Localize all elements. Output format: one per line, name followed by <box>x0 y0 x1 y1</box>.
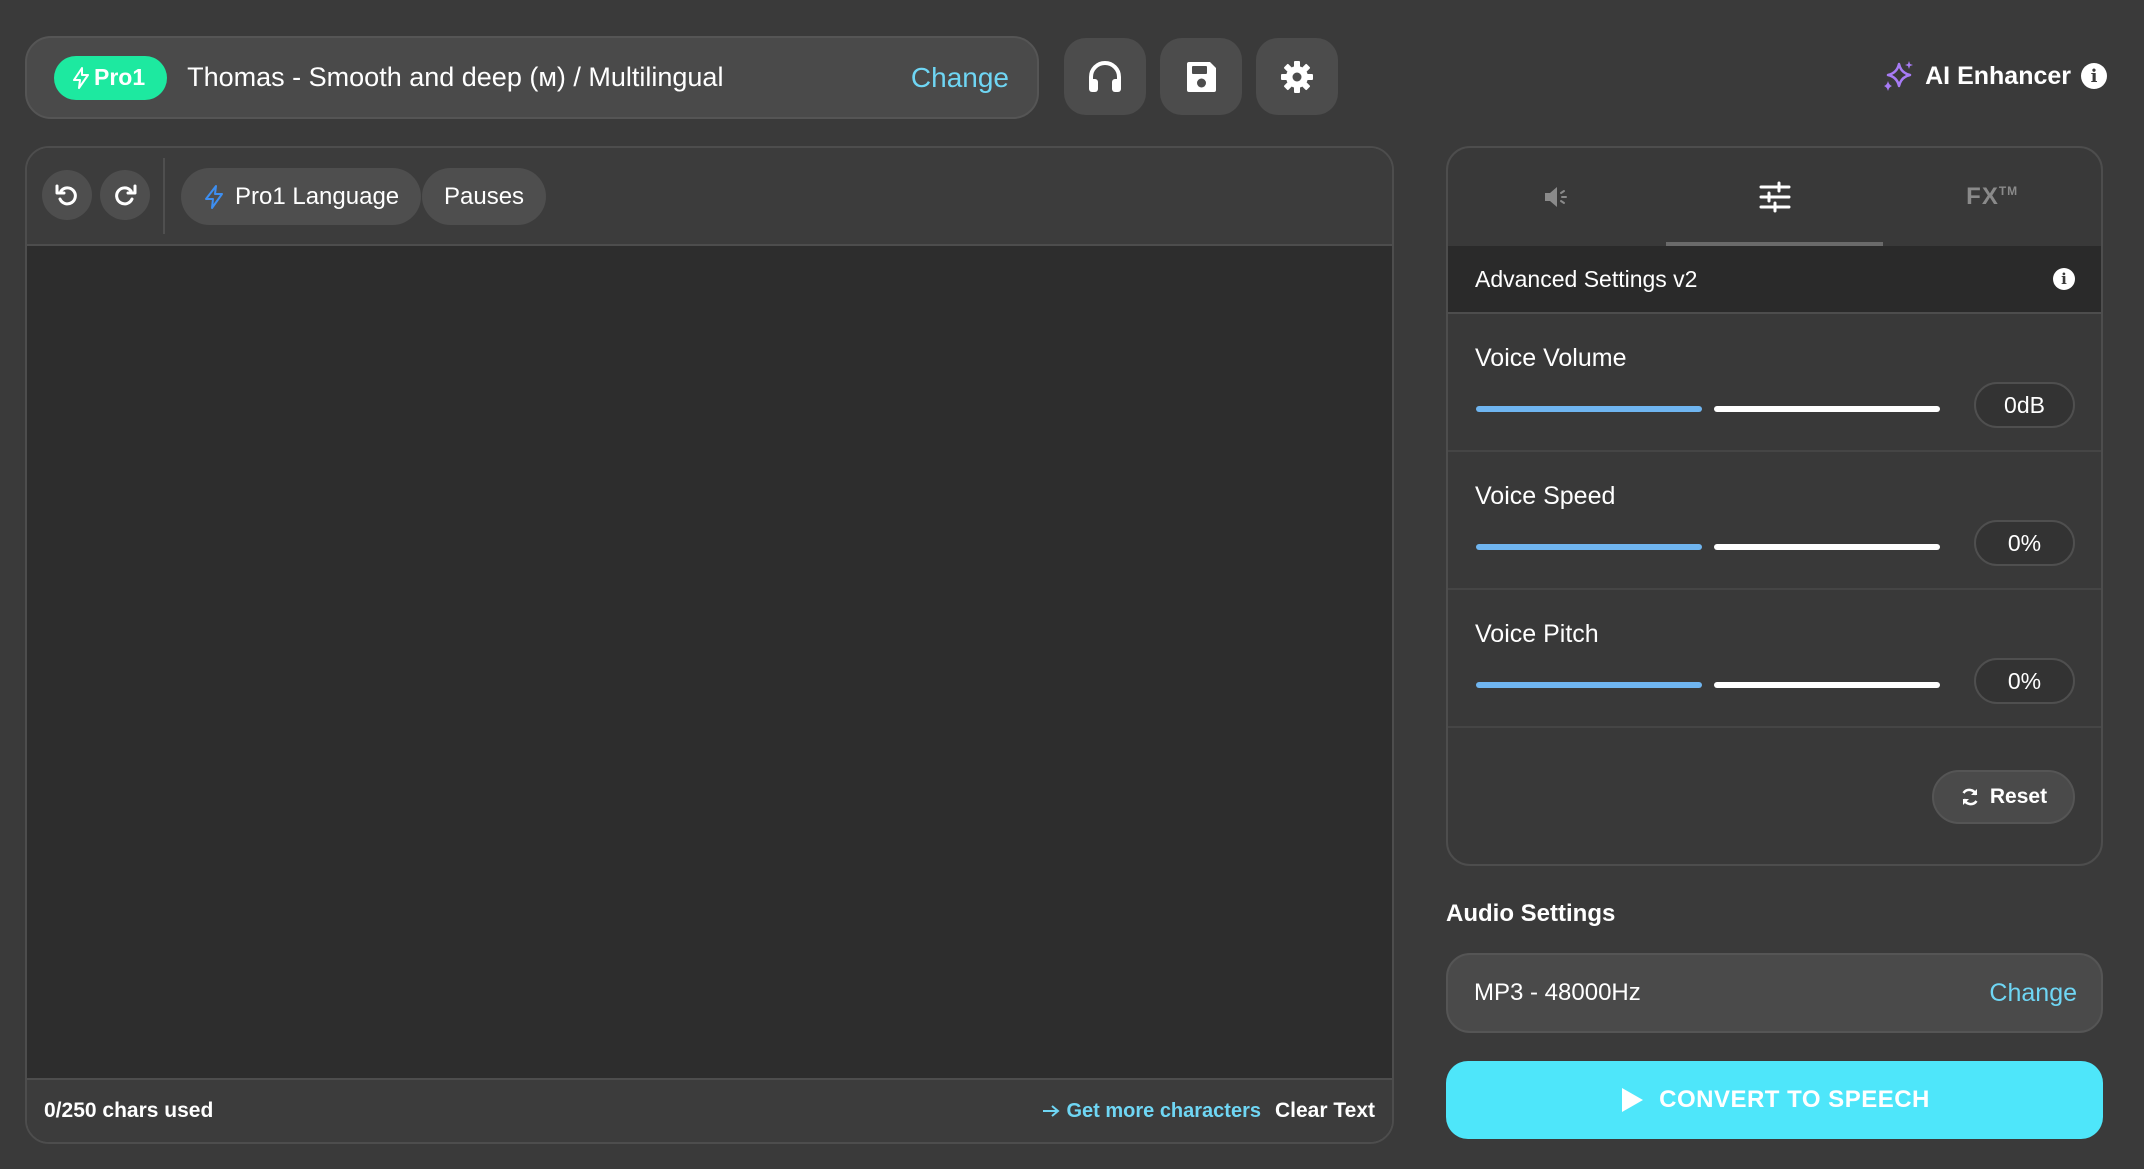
get-more-characters-label: Get more characters <box>1066 1099 1261 1122</box>
bolt-icon <box>205 184 223 209</box>
redo-button[interactable] <box>100 170 150 220</box>
settings-icon <box>1281 60 1313 93</box>
voice-pitch-value[interactable]: 0% <box>1974 658 2075 704</box>
advanced-settings-info-icon[interactable]: i <box>2053 268 2075 290</box>
save-icon <box>1187 61 1216 92</box>
toolbar-divider <box>163 158 165 234</box>
audio-settings-title: Audio Settings <box>1446 900 1616 927</box>
bolt-icon <box>73 66 89 89</box>
tab-advanced-settings[interactable] <box>1665 148 1884 246</box>
tab-fx[interactable]: FXTM <box>1883 148 2101 246</box>
save-button[interactable] <box>1160 38 1242 115</box>
fx-tab-label: FXTM <box>1966 183 2019 210</box>
advanced-settings-title: Advanced Settings v2 <box>1475 265 1698 292</box>
headphones-button[interactable] <box>1064 38 1146 115</box>
convert-to-speech-button[interactable]: CONVERT TO SPEECH <box>1446 1061 2103 1139</box>
reset-label: Reset <box>1989 785 2048 808</box>
audio-format-selector[interactable]: MP3 - 48000Hz Change <box>1446 953 2103 1033</box>
voice-volume-value[interactable]: 0dB <box>1974 382 2075 428</box>
reset-button[interactable]: Reset <box>1932 770 2075 824</box>
voice-pitch-slider-track[interactable] <box>1714 682 1940 688</box>
get-more-characters-link[interactable]: Get more characters <box>1042 1100 1261 1123</box>
settings-tabs: FXTM <box>1448 148 2101 246</box>
voice-speed-slider-track[interactable] <box>1714 544 1940 550</box>
voice-speed-value[interactable]: 0% <box>1974 520 2075 566</box>
change-voice-button[interactable]: Change <box>911 62 1009 94</box>
voice-selector[interactable]: Pro1 Thomas - Smooth and deep (ᴍ) / Mult… <box>25 36 1039 119</box>
text-input-area[interactable] <box>27 246 1392 1078</box>
pro1-badge: Pro1 <box>54 55 168 100</box>
headphones-icon <box>1089 60 1121 92</box>
arrow-right-icon <box>1043 1105 1061 1117</box>
audio-format-value: MP3 - 48000Hz <box>1474 979 1641 1006</box>
ai-enhancer-label: AI Enhancer <box>1925 61 2071 90</box>
voice-speed-row: Voice Speed 0% <box>1448 452 2101 590</box>
voice-volume-slider-track[interactable] <box>1714 406 1940 412</box>
voice-volume-label: Voice Volume <box>1475 344 1627 372</box>
tab-voice[interactable] <box>1448 148 1666 246</box>
text-editor-panel: Pro1 Language Pauses 0/250 chars used Ge… <box>25 146 1394 1144</box>
refresh-icon <box>1962 788 1978 806</box>
ai-enhancer-info-icon[interactable]: i <box>2081 63 2107 89</box>
settings-button[interactable] <box>1256 38 1338 115</box>
editor-footer: 0/250 chars used Get more characters Cle… <box>27 1078 1392 1142</box>
pro1-language-label: Pro1 Language <box>235 182 400 210</box>
pauses-label: Pauses <box>444 182 525 210</box>
undo-button[interactable] <box>42 170 92 220</box>
voice-pitch-label: Voice Pitch <box>1475 620 1599 648</box>
voice-volume-row: Voice Volume 0dB <box>1448 314 2101 452</box>
sparkle-icon <box>1884 61 1914 91</box>
voice-name: Thomas - Smooth and deep (ᴍ) / Multiling… <box>187 62 724 92</box>
chars-used-counter: 0/250 chars used <box>44 1099 214 1122</box>
advanced-settings-header: Advanced Settings v2 i <box>1448 246 2101 314</box>
ai-enhancer[interactable]: AI Enhancer i <box>1881 56 2107 96</box>
convert-to-speech-label: CONVERT TO SPEECH <box>1659 1086 1930 1113</box>
undo-icon <box>55 184 77 206</box>
voice-speed-label: Voice Speed <box>1475 482 1616 510</box>
pro1-language-button[interactable]: Pro1 Language <box>181 168 422 225</box>
play-icon <box>1622 1088 1644 1112</box>
redo-icon <box>115 184 137 206</box>
speaker-icon <box>1544 187 1567 207</box>
voice-pitch-slider-fill[interactable] <box>1476 682 1702 688</box>
pro1-badge-label: Pro1 <box>94 64 146 90</box>
voice-pitch-row: Voice Pitch 0% <box>1448 590 2101 728</box>
clear-text-button[interactable]: Clear Text <box>1275 1099 1375 1123</box>
pauses-button[interactable]: Pauses <box>422 168 547 225</box>
settings-panel: FXTM Advanced Settings v2 i Voice Volume… <box>1446 146 2103 866</box>
voice-speed-slider-fill[interactable] <box>1476 544 1702 550</box>
editor-toolbar: Pro1 Language Pauses <box>27 148 1392 246</box>
change-audio-button[interactable]: Change <box>1989 979 2077 1008</box>
voice-volume-slider-fill[interactable] <box>1476 406 1702 412</box>
sliders-icon <box>1759 181 1790 213</box>
